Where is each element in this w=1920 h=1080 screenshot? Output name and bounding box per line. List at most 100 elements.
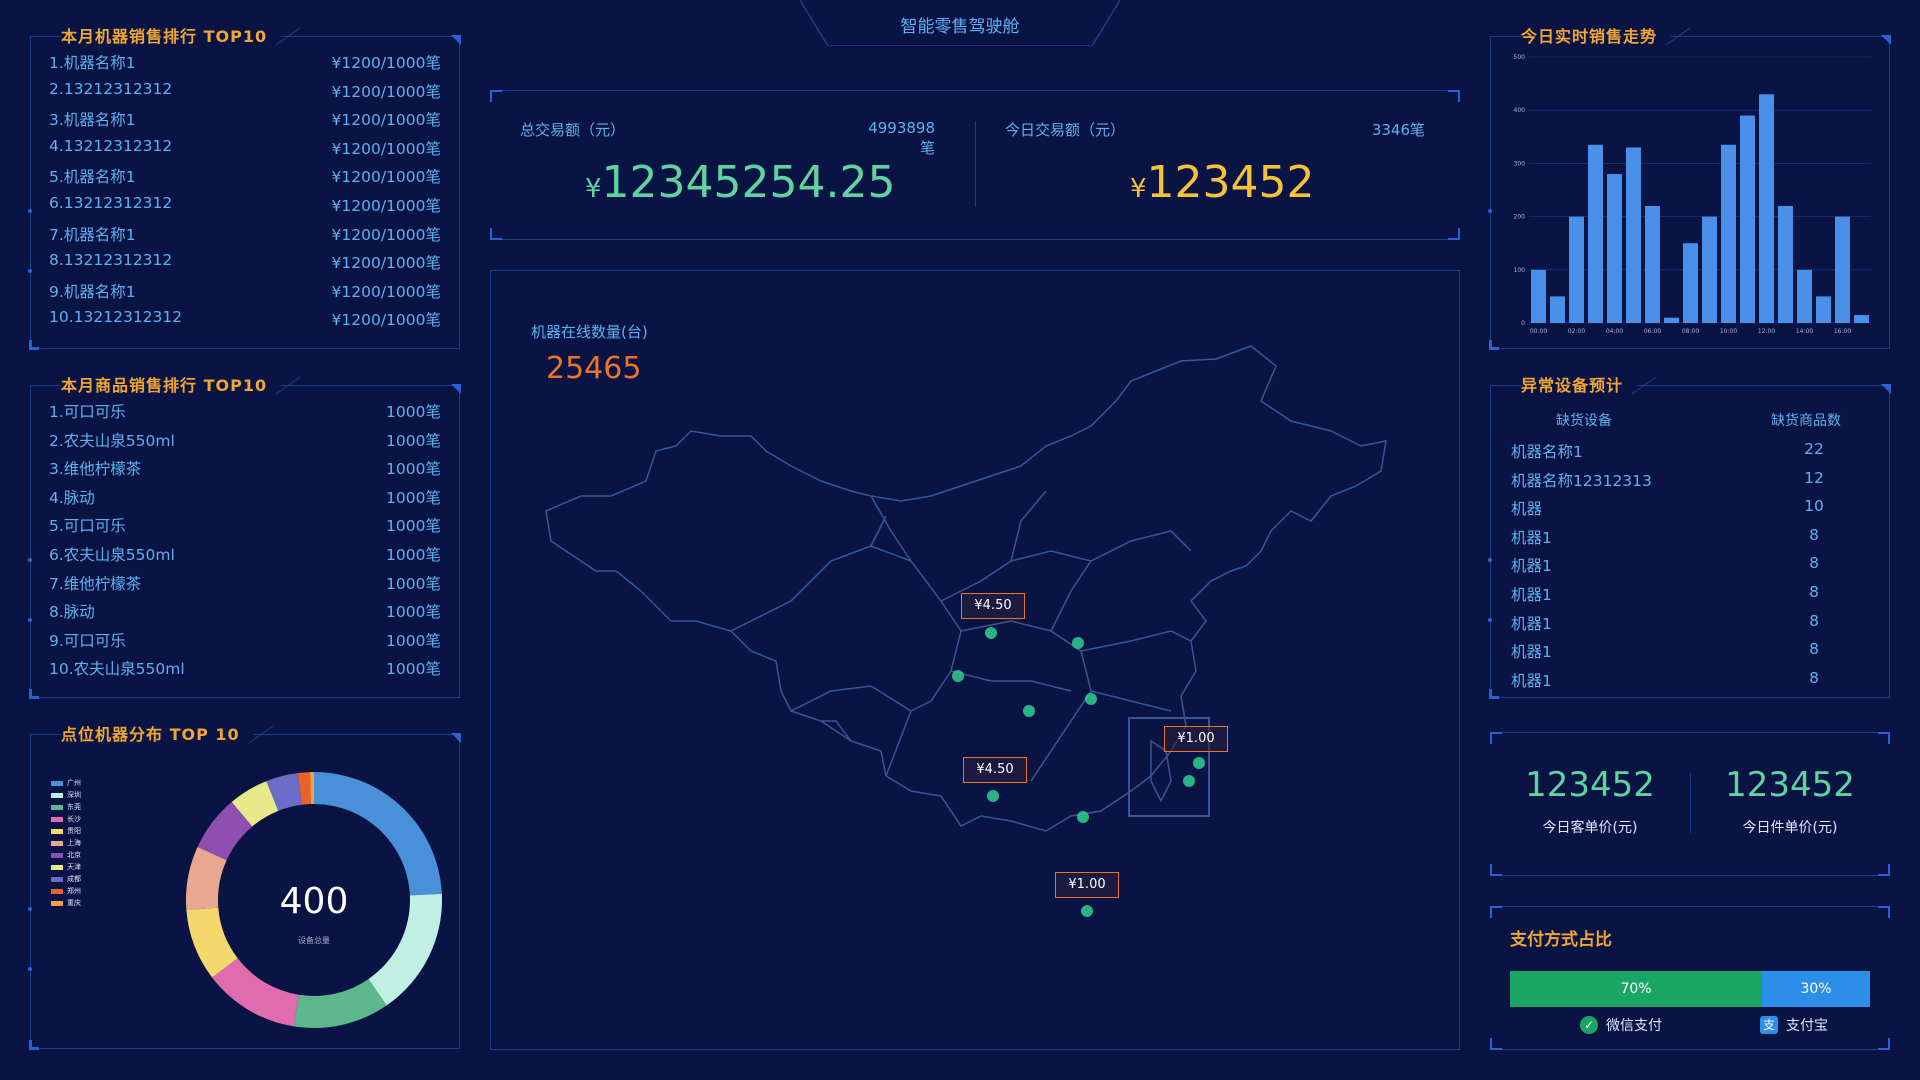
rank-value: ¥1200/1000笔: [331, 311, 441, 330]
bar: [1740, 115, 1755, 323]
marker-label: ¥1.00: [1068, 877, 1106, 892]
legend-label: 深圳: [67, 791, 81, 799]
donut-slice: [314, 772, 442, 896]
x-tick-label: 12:00: [1758, 328, 1775, 335]
legend-item: 深圳: [51, 789, 81, 801]
y-tick-label: 200: [1514, 214, 1526, 221]
map-dot[interactable]: [1023, 705, 1035, 717]
rank-value: 1000笔: [386, 460, 441, 479]
rank-row: 1.可口可乐 1000笔: [49, 400, 441, 426]
rank-name: 2.13212312312: [49, 79, 173, 98]
customer-price-label: 今日客单价(元): [1542, 820, 1638, 836]
map-dot[interactable]: [987, 790, 999, 802]
bar: [1797, 269, 1812, 323]
rank-row: 5.可口可乐 1000笔: [49, 514, 441, 540]
rank-row: 7.维他柠檬茶 1000笔: [49, 572, 441, 598]
map-dot[interactable]: [952, 670, 964, 682]
rank-value: 1000笔: [386, 403, 441, 421]
abnormal-count: 8: [1809, 611, 1819, 630]
abnormal-count: 8: [1809, 525, 1819, 544]
panel-title: 异常设备预计: [1521, 374, 1638, 398]
map-dot[interactable]: [1081, 905, 1093, 917]
rank-value: ¥1200/1000笔: [331, 139, 441, 158]
y-tick-label: 300: [1514, 160, 1526, 167]
x-tick-label: 06:00: [1644, 328, 1661, 335]
header: 智能零售驾驶舱: [800, 0, 1120, 46]
abnormal-count: 8: [1809, 583, 1819, 601]
legend-swatch: [51, 816, 63, 822]
x-tick-label: 00:00: [1530, 328, 1547, 335]
panel-title: 今日实时销售走势: [1521, 25, 1672, 49]
x-tick-label: 14:00: [1796, 328, 1813, 335]
rank-row: 8.脉动 1000笔: [49, 600, 441, 626]
map-dot[interactable]: [1077, 811, 1089, 823]
bar: [1607, 174, 1622, 323]
rank-name: 2.农夫山泉550ml: [49, 431, 175, 450]
today-count: 3346笔: [1371, 121, 1425, 139]
total-label: 总交易额（元）: [520, 121, 626, 139]
alipay-legend: 支 支付宝: [1760, 1015, 1828, 1035]
rank-row: 4.脉动 1000笔: [49, 486, 441, 512]
rank-row: 5.机器名称1 ¥1200/1000笔: [49, 165, 441, 191]
map-price-marker[interactable]: ¥4.50: [963, 757, 1027, 783]
rank-value: 1000笔: [386, 603, 441, 622]
rank-value: 1000笔: [386, 488, 441, 507]
legend-swatch: [51, 828, 63, 834]
legend-swatch: [51, 780, 63, 786]
map-panel: 机器在线数量(台) 25465 ¥4.50 ¥1.00 ¥4.50 ¥1.00: [490, 270, 1460, 1050]
rank-name: 6.13212312312: [49, 194, 173, 212]
bar: [1854, 315, 1869, 323]
rank-name: 5.可口可乐: [49, 517, 126, 536]
bar: [1759, 94, 1774, 323]
map-dot[interactable]: [985, 627, 997, 639]
payment-panel: 支付方式占比 70% 30% ✓ 微信支付 支 支付宝: [1490, 906, 1890, 1050]
legend-label: 长沙: [67, 815, 81, 823]
rank-value: 1000笔: [386, 546, 441, 564]
distribution-panel: 点位机器分布 TOP 10 广州 深圳 东莞 长沙 贵阳 上海 北京 天津 成都 郑州 重庆 400…: [28, 723, 461, 1050]
x-tick-label: 04:00: [1606, 328, 1623, 335]
rank-value: ¥1200/1000笔: [331, 197, 441, 215]
map-dot[interactable]: [1085, 693, 1097, 705]
rank-value: ¥1200/1000笔: [331, 82, 441, 101]
rank-name: 8.脉动: [49, 603, 95, 622]
abnormal-device-name: 机器1: [1511, 586, 1552, 604]
x-tick-label: 02:00: [1568, 328, 1585, 335]
today-label: 今日交易额（元）: [1005, 121, 1126, 139]
legend-swatch: [51, 876, 63, 882]
abnormal-device-name: 机器: [1511, 500, 1543, 519]
rank-row: 2.13212312312 ¥1200/1000笔: [49, 80, 441, 106]
abnormal-device-name: 机器1: [1511, 643, 1552, 662]
rank-value: 1000笔: [386, 431, 441, 450]
map-dot[interactable]: [1072, 637, 1084, 649]
abnormal-device-name: 机器1: [1511, 528, 1552, 547]
legend-swatch: [51, 840, 63, 846]
rank-name: 7.机器名称1: [49, 225, 136, 244]
legend-swatch: [51, 900, 63, 906]
abnormal-count: 8: [1809, 668, 1819, 687]
bar: [1683, 243, 1698, 323]
legend-item: 郑州: [51, 885, 81, 897]
realtime-panel: 今日实时销售走势 0 100 200 300 400 500 00:00 02:00 04:00…: [1488, 25, 1891, 350]
legend-label: 郑州: [67, 887, 81, 895]
map-price-marker[interactable]: ¥4.50: [961, 593, 1025, 619]
x-tick-label: 10:00: [1720, 328, 1737, 335]
map-dot[interactable]: [1183, 775, 1195, 787]
marker-label: ¥1.00: [1177, 731, 1215, 746]
rank-row: 2.农夫山泉550ml 1000笔: [49, 429, 441, 455]
panel-title: 本月商品销售排行 TOP10: [61, 374, 282, 398]
abnormal-count: 22: [1804, 440, 1824, 458]
rank-name: 3.维他柠檬茶: [49, 460, 142, 479]
col-header-device: 缺货设备: [1556, 413, 1612, 429]
rank-value: ¥1200/1000笔: [331, 168, 441, 187]
y-tick-label: 0: [1521, 320, 1525, 327]
abnormal-count: 8: [1809, 554, 1819, 573]
map-price-marker[interactable]: ¥1.00: [1164, 726, 1228, 752]
map-price-marker[interactable]: ¥1.00: [1055, 872, 1119, 898]
divider: [975, 121, 976, 207]
rank-name: 10.13212312312: [49, 308, 183, 327]
panel-title: 点位机器分布 TOP 10: [61, 723, 254, 747]
map-dot[interactable]: [1193, 757, 1205, 769]
legend-item: 长沙: [51, 813, 81, 825]
goods-rank-panel: 本月商品销售排行 TOP10 1.可口可乐 1000笔 2.农夫山泉550ml 100…: [28, 374, 461, 699]
legend-item: 广州: [51, 777, 81, 789]
